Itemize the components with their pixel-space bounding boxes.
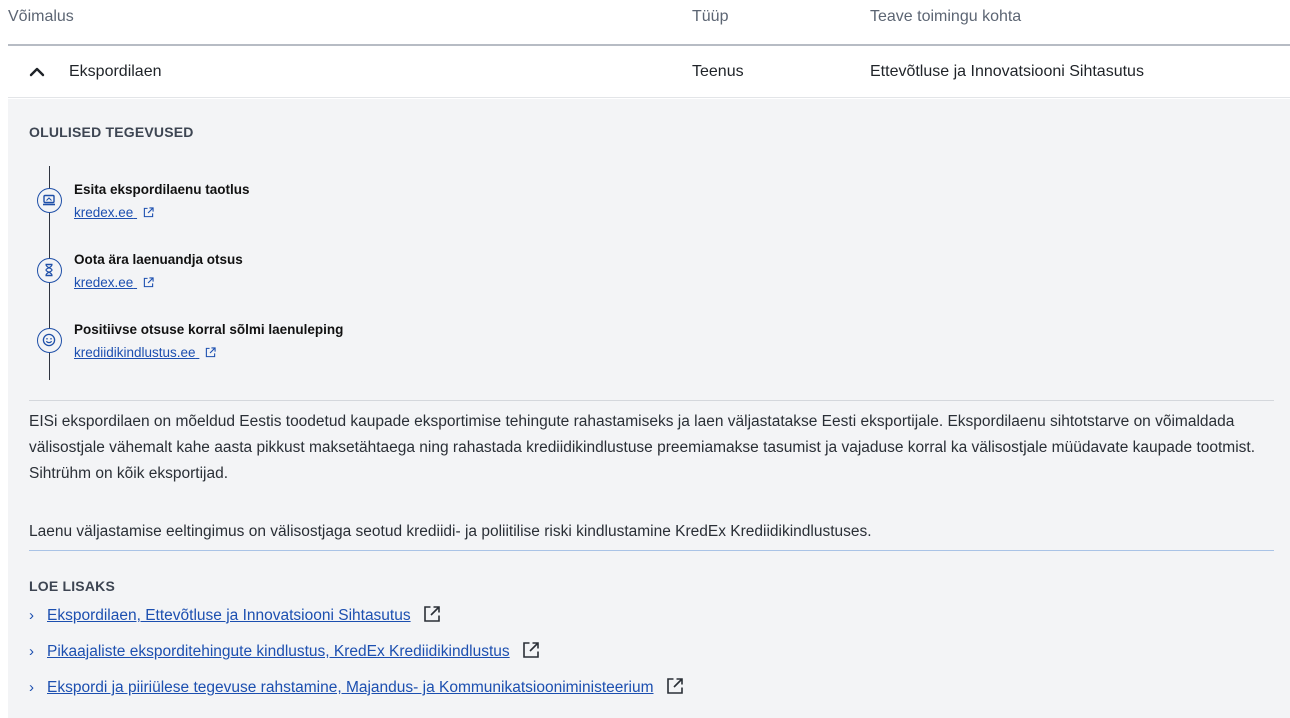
table-row-ekspordilaen[interactable]: Ekspordilaen Teenus Ettevõtluse ja Innov… <box>8 48 1290 98</box>
step-title: Positiivse otsuse korral sõlmi laenulepi… <box>74 322 344 337</box>
step-link-text[interactable]: kredex.ee <box>74 275 133 290</box>
divider <box>29 550 1274 551</box>
external-link-icon <box>143 207 154 218</box>
row-type: Teenus <box>692 63 744 80</box>
step-link[interactable]: krediidikindlustus.ee <box>74 345 216 360</box>
column-header-info: Teave toimingu kohta <box>870 8 1022 25</box>
row-name: Ekspordilaen <box>69 63 162 80</box>
step-title: Oota ära laenuandja otsus <box>74 252 243 267</box>
external-link-icon <box>206 347 216 358</box>
column-header-option: Võimalus <box>8 8 74 25</box>
hourglass-icon <box>37 258 62 283</box>
step-link-text[interactable]: krediidikindlustus.ee <box>74 345 196 360</box>
step-link-text[interactable]: kredex.ee <box>74 205 133 220</box>
description-paragraph-1: EISi ekspordilaen on mõeldud Eestis tood… <box>29 413 1256 482</box>
chevron-right-icon: › <box>29 679 34 696</box>
divider <box>29 400 1274 401</box>
laptop-icon <box>37 188 62 213</box>
read-more-link[interactable]: › Pikaajaliste eksporditehingute kindlust… <box>29 641 540 661</box>
read-more-link-text[interactable]: Ekspordi ja piiriülese tegevuse rahstami… <box>47 679 654 696</box>
step-title: Esita ekspordilaenu taotlus <box>74 182 250 197</box>
column-header-type: Tüüp <box>692 8 729 25</box>
chevron-up-icon[interactable] <box>28 63 46 81</box>
row-info: Ettevõtluse ja Innovatsiooni Sihtasutus <box>870 63 1144 80</box>
external-link-icon <box>143 277 154 288</box>
external-link-icon <box>523 642 539 658</box>
read-more-link-text[interactable]: Pikaajaliste eksporditehingute kindlustu… <box>47 643 510 660</box>
read-more-link-text[interactable]: Ekspordilaen, Ettevõtluse ja Innovatsioo… <box>47 607 411 624</box>
activities-title: OLULISED TEGEVUSED <box>29 124 194 140</box>
row-details-panel: OLULISED TEGEVUSED Esita ekspordilaenu t… <box>8 99 1290 718</box>
step-link[interactable]: kredex.ee <box>74 205 154 220</box>
read-more-title: LOE LISAKS <box>29 578 116 594</box>
smiley-icon <box>37 328 62 353</box>
external-link-icon <box>424 606 440 622</box>
read-more-link[interactable]: › Ekspordi ja piiriülese tegevuse rahstam… <box>29 677 684 697</box>
chevron-right-icon: › <box>29 643 34 660</box>
step-link[interactable]: kredex.ee <box>74 275 154 290</box>
chevron-right-icon: › <box>29 607 34 624</box>
table-header: Võimalus Tüüp Teave toimingu kohta <box>8 0 1290 46</box>
read-more-link[interactable]: › Ekspordilaen, Ettevõtluse ja Innovatsio… <box>29 605 441 625</box>
external-link-icon <box>667 678 683 694</box>
description-paragraph-2: Laenu väljastamise eeltingimus on väliso… <box>29 523 872 540</box>
